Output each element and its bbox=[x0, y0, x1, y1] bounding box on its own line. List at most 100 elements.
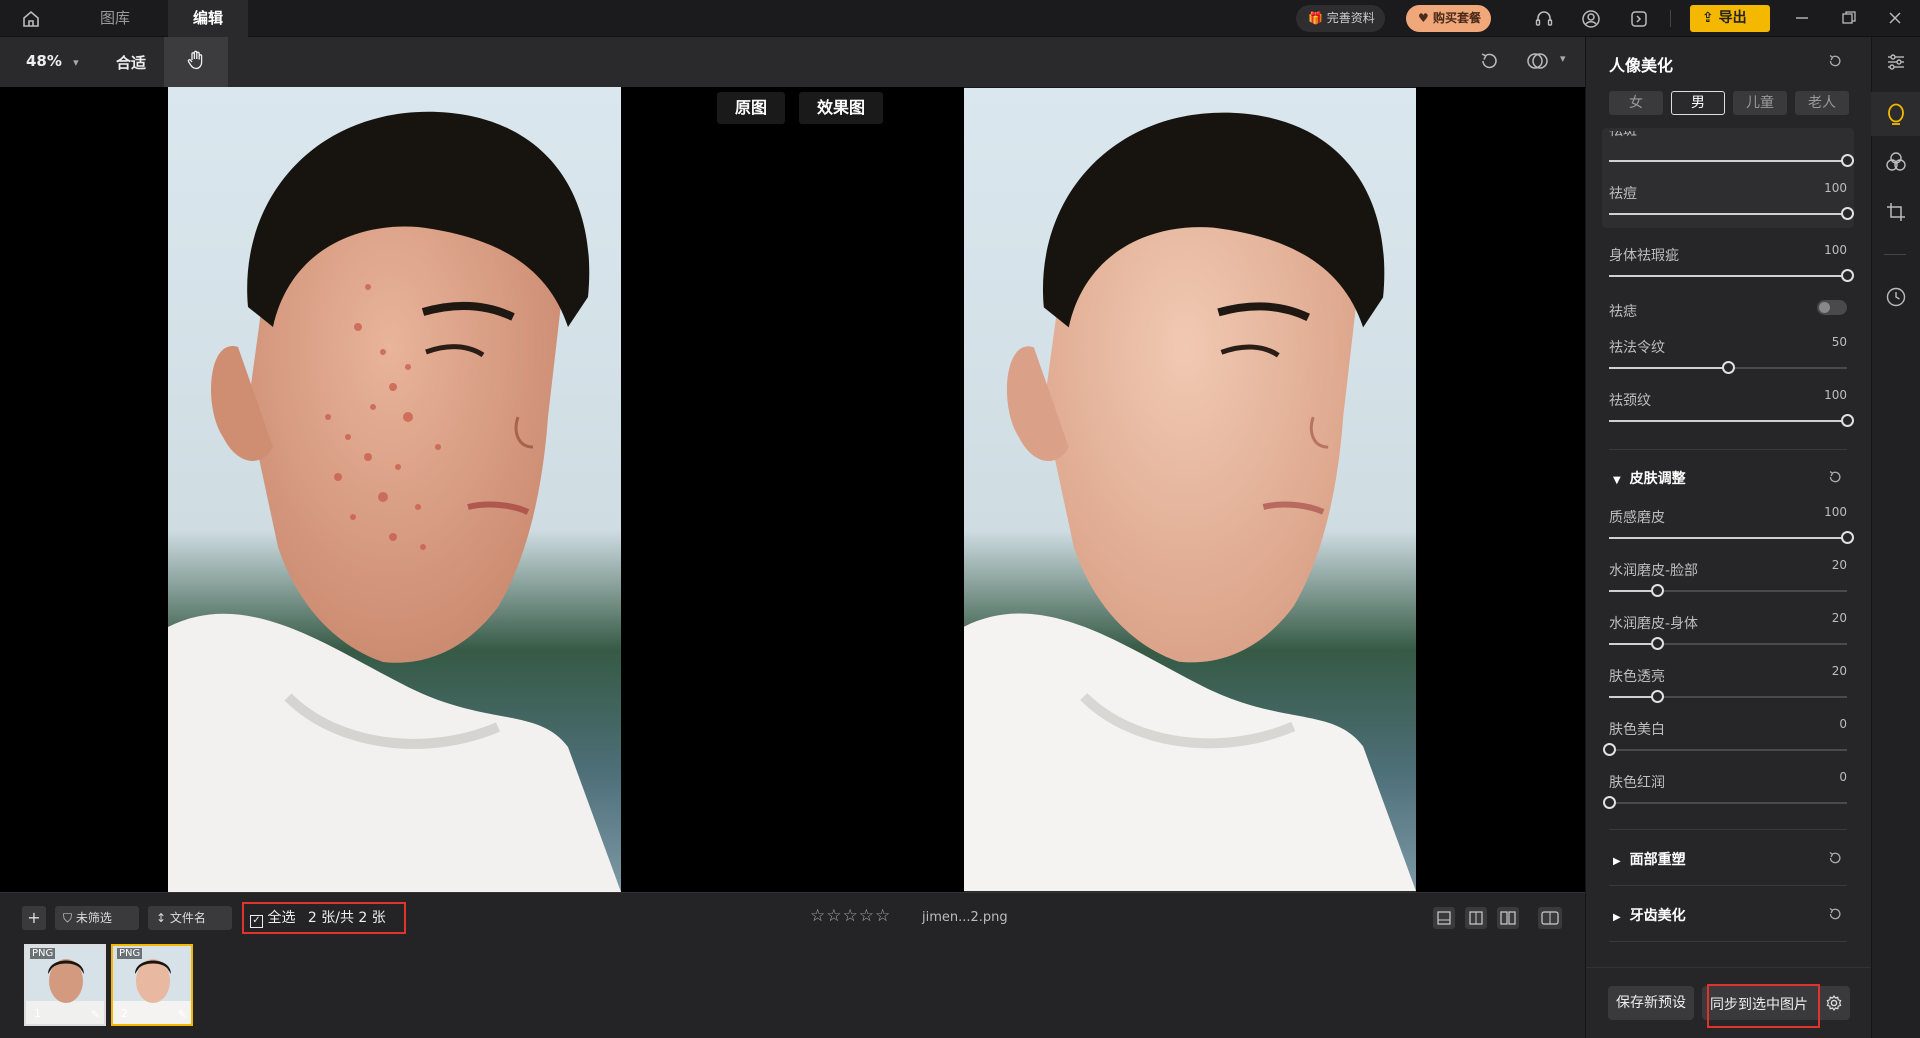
tool-rail bbox=[1871, 37, 1920, 1038]
slider-track[interactable] bbox=[1603, 743, 1847, 756]
slider-track[interactable] bbox=[1609, 361, 1847, 374]
slider-knob[interactable] bbox=[1841, 414, 1854, 427]
slider-label: 肤色透亮 bbox=[1609, 669, 1665, 685]
zoom-dropdown[interactable]: 48% ▾ bbox=[26, 52, 79, 70]
slider-track[interactable] bbox=[1603, 796, 1847, 809]
sort-button[interactable]: ↕ 文件名 bbox=[148, 906, 232, 930]
slider-knob[interactable] bbox=[1841, 531, 1854, 544]
thumbnail-index: 1 bbox=[34, 1007, 41, 1020]
slider-label: 祛痘 bbox=[1609, 186, 1637, 202]
slider-label: 质感磨皮 bbox=[1609, 510, 1665, 526]
rotate-icon[interactable] bbox=[1478, 50, 1502, 74]
gender-male[interactable]: 男 bbox=[1671, 91, 1725, 115]
star-rating[interactable]: ☆☆☆☆☆ bbox=[810, 906, 891, 926]
section-divider bbox=[1609, 885, 1847, 886]
color-circles-icon[interactable] bbox=[1871, 140, 1920, 184]
edit-toolbar: 48% ▾ 合适 ▾ bbox=[0, 37, 1585, 87]
sort-icon: ↕ bbox=[156, 911, 167, 925]
gender-female[interactable]: 女 bbox=[1609, 91, 1663, 115]
slider-fill bbox=[1609, 275, 1847, 277]
section-divider bbox=[1609, 449, 1847, 450]
filmstrip-bar bbox=[0, 892, 1585, 1038]
gender-child[interactable]: 儿童 bbox=[1733, 91, 1787, 115]
image-canvas[interactable]: 原图 效果图 bbox=[0, 87, 1585, 892]
caret-right-icon: ▶ bbox=[1613, 856, 1621, 867]
tab-library[interactable]: 图库 bbox=[78, 0, 152, 37]
panel-reset-icon[interactable] bbox=[1827, 53, 1843, 73]
slider-track[interactable] bbox=[1609, 690, 1847, 703]
slider-fill bbox=[1609, 420, 1847, 422]
select-all-box[interactable]: ✓ 全选 2 张/共 2 张 bbox=[242, 902, 406, 934]
slider-knob[interactable] bbox=[1603, 743, 1616, 756]
checkbox-checked-icon[interactable]: ✓ bbox=[250, 915, 263, 928]
fit-button[interactable]: 合适 bbox=[116, 52, 146, 73]
slider-label: 肤色美白 bbox=[1609, 722, 1665, 738]
compare-mode-dropdown[interactable]: ▾ bbox=[1526, 50, 1572, 74]
save-preset-button[interactable]: 保存新预设 bbox=[1608, 986, 1694, 1020]
slider-track[interactable] bbox=[1609, 637, 1847, 650]
heart-badge-icon: ♥ bbox=[1418, 11, 1429, 25]
export-button[interactable]: ⇪ 导出 bbox=[1690, 5, 1770, 32]
slider-track[interactable] bbox=[1609, 584, 1847, 597]
complete-profile-button[interactable]: 🎁 完善资料 bbox=[1296, 5, 1385, 32]
hand-tool-button[interactable] bbox=[164, 37, 228, 87]
face-reset-icon[interactable] bbox=[1827, 850, 1843, 870]
slider-knob[interactable] bbox=[1722, 361, 1735, 374]
slider-track[interactable] bbox=[1609, 207, 1854, 220]
minimize-icon[interactable] bbox=[1790, 6, 1814, 30]
edited-pencil-icon: ✎ bbox=[177, 1008, 187, 1021]
sign-in-icon[interactable] bbox=[1626, 6, 1652, 32]
slider-value: 100 bbox=[1824, 505, 1847, 519]
teeth-reset-icon[interactable] bbox=[1827, 906, 1843, 926]
skin-section-header[interactable]: ▼ 皮肤调整 bbox=[1613, 468, 1686, 488]
history-clock-icon[interactable] bbox=[1871, 275, 1920, 319]
slider-knob[interactable] bbox=[1650, 637, 1664, 650]
slider-knob[interactable] bbox=[1650, 690, 1664, 703]
slider-track[interactable] bbox=[1609, 414, 1854, 427]
adjust-sliders-icon[interactable] bbox=[1871, 40, 1920, 84]
home-icon[interactable] bbox=[18, 6, 44, 32]
slider-track[interactable] bbox=[1609, 269, 1854, 282]
caret-right-icon: ▶ bbox=[1613, 912, 1621, 923]
original-label[interactable]: 原图 bbox=[717, 92, 786, 124]
user-icon[interactable] bbox=[1578, 6, 1604, 32]
thumbnail-2[interactable]: PNG 2 ✎ bbox=[111, 944, 193, 1026]
effect-label[interactable]: 效果图 bbox=[799, 92, 884, 124]
face-section-header[interactable]: ▶ 面部重塑 bbox=[1613, 849, 1686, 869]
panel-title: 人像美化 bbox=[1609, 56, 1674, 75]
thumbnail-1[interactable]: PNG 1 ✎ bbox=[24, 944, 106, 1026]
title-bar: 图库 编辑 🎁 完善资料 ♥ 购买套餐 ⇪ 导出 bbox=[0, 0, 1920, 37]
slider-track-clipped[interactable] bbox=[1609, 154, 1854, 167]
close-icon[interactable] bbox=[1883, 6, 1907, 30]
slider-fill bbox=[1609, 696, 1657, 698]
portrait-beauty-icon[interactable] bbox=[1871, 92, 1920, 136]
tab-edit[interactable]: 编辑 bbox=[168, 0, 248, 37]
split-view-icon[interactable] bbox=[1465, 907, 1487, 929]
slider-label: 水润磨皮-脸部 bbox=[1609, 563, 1699, 579]
skin-reset-icon[interactable] bbox=[1827, 469, 1843, 489]
caret-down-icon: ▼ bbox=[1613, 475, 1621, 486]
mole-removal-toggle[interactable] bbox=[1817, 300, 1847, 315]
slider-knob[interactable] bbox=[1841, 269, 1854, 282]
gender-elder[interactable]: 老人 bbox=[1795, 91, 1849, 115]
slider-knob[interactable] bbox=[1841, 207, 1854, 220]
add-image-button[interactable]: + bbox=[22, 906, 46, 930]
headset-icon[interactable] bbox=[1531, 6, 1557, 32]
slider-fill bbox=[1609, 367, 1728, 369]
slider-knob[interactable] bbox=[1603, 796, 1616, 809]
gift-icon: 🎁 bbox=[1308, 11, 1323, 25]
compare-split-icon[interactable] bbox=[1538, 907, 1562, 929]
single-view-icon[interactable] bbox=[1433, 907, 1455, 929]
slider-track[interactable] bbox=[1609, 531, 1854, 544]
slider-label: 水润磨皮-身体 bbox=[1609, 616, 1699, 632]
restore-icon[interactable] bbox=[1837, 6, 1861, 30]
slider-label: 身体祛瑕疵 bbox=[1609, 248, 1679, 264]
slider-knob[interactable] bbox=[1650, 584, 1664, 597]
buy-package-button[interactable]: ♥ 购买套餐 bbox=[1406, 5, 1491, 32]
current-filename: jimen...2.png bbox=[922, 910, 1008, 925]
filter-button[interactable]: ⛉ 未筛选 bbox=[55, 906, 139, 930]
sync-settings-icon[interactable] bbox=[1825, 994, 1843, 1016]
crop-icon[interactable] bbox=[1871, 190, 1920, 234]
side-by-side-icon[interactable] bbox=[1497, 907, 1519, 929]
teeth-section-header[interactable]: ▶ 牙齿美化 bbox=[1613, 905, 1686, 925]
